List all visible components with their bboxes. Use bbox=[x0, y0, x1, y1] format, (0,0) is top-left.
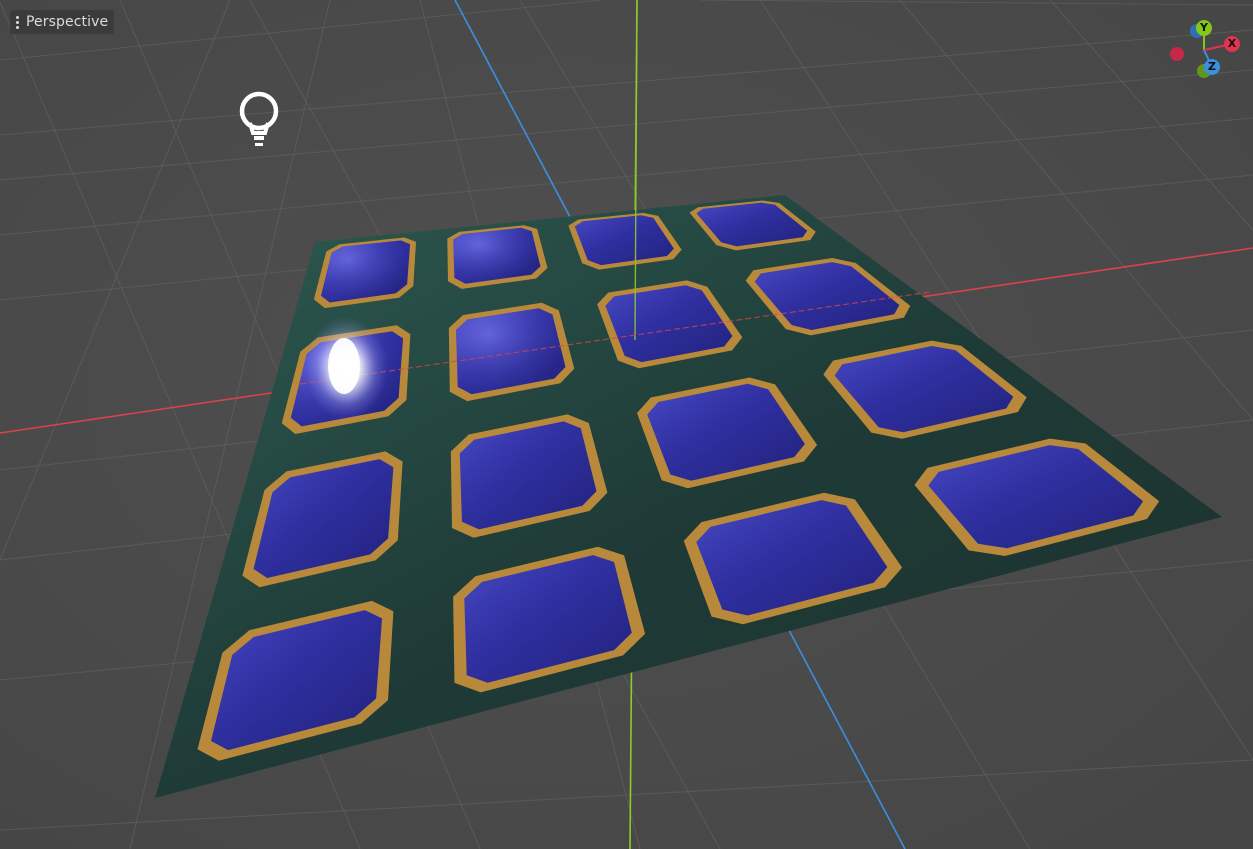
grid-line bbox=[699, 0, 1253, 6]
3d-viewport[interactable]: Perspective Y X Z bbox=[0, 0, 1253, 849]
light-bulb-icon[interactable] bbox=[236, 90, 282, 152]
tile-board[interactable] bbox=[155, 195, 1222, 798]
axis-navigation-gizmo[interactable]: Y X Z bbox=[1162, 14, 1246, 88]
perspective-menu-button[interactable]: Perspective bbox=[10, 10, 115, 34]
gizmo-x-label[interactable]: X bbox=[1225, 37, 1239, 51]
specular-core bbox=[328, 338, 360, 394]
perspective-label: Perspective bbox=[26, 14, 109, 30]
gizmo-z-label[interactable]: Z bbox=[1205, 60, 1219, 74]
grid-line bbox=[0, 29, 1253, 136]
kebab-menu-icon bbox=[16, 15, 20, 29]
scene-canvas[interactable] bbox=[0, 0, 1253, 849]
gizmo-y-label[interactable]: Y bbox=[1197, 21, 1211, 35]
grid-line bbox=[0, 69, 1253, 181]
